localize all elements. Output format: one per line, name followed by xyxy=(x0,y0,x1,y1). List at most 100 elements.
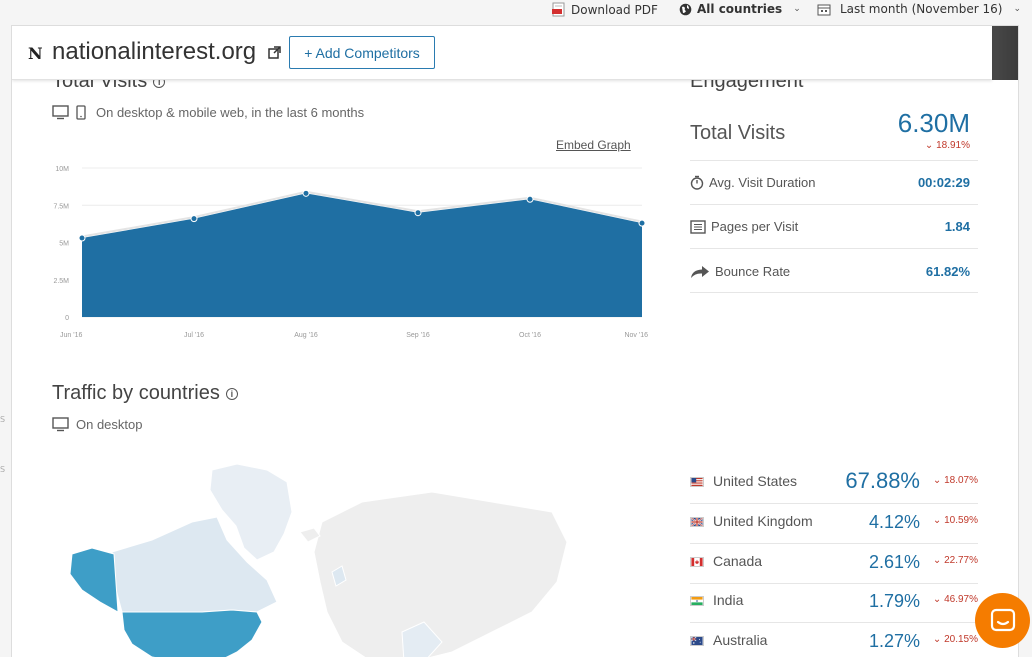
desktop-icon xyxy=(52,417,69,432)
country-change-value: 46.97% xyxy=(944,594,978,605)
y-tick-label: 10M xyxy=(55,166,69,173)
main-card: N nationalinterest.org + Add Competitors… xyxy=(11,25,1019,657)
country-name: Australia xyxy=(713,632,768,648)
country-share: 67.88% xyxy=(845,468,920,493)
down-arrow-icon: ⌄ xyxy=(932,475,942,486)
data-point xyxy=(414,209,422,217)
share-arrow-icon xyxy=(691,265,709,278)
embed-graph-link[interactable]: Embed Graph xyxy=(556,138,631,152)
x-tick-label: Aug '16 xyxy=(294,332,318,339)
visits-area xyxy=(82,193,642,317)
site-domain[interactable]: nationalinterest.org xyxy=(52,38,256,66)
down-arrow-icon: ⌄ xyxy=(924,140,934,151)
engagement-row-pages: Pages per Visit 1.84 xyxy=(690,205,978,249)
x-tick-label: Sep '16 xyxy=(406,332,430,339)
total-visits-change-value: 18.91% xyxy=(936,140,970,151)
y-tick-label: 5M xyxy=(59,241,69,248)
engagement-row-bounce: Bounce Rate 61.82% xyxy=(690,249,978,293)
bounce-rate-value: 61.82% xyxy=(925,264,970,279)
country-row-canada[interactable]: Canada 2.61% ⌄ 22.77% xyxy=(690,544,978,584)
country-share: 2.61% xyxy=(868,552,920,572)
desktop-icon xyxy=(52,105,69,120)
traffic-countries-title-text: Traffic by countries xyxy=(52,382,220,404)
add-competitors-button[interactable]: + Add Competitors xyxy=(289,36,435,69)
globe-icon xyxy=(679,3,692,15)
uk-flag-icon xyxy=(690,517,704,527)
avg-duration-label: Avg. Visit Duration xyxy=(690,175,815,190)
country-change: ⌄ 20.15% xyxy=(933,634,978,645)
pages-per-visit-label-text: Pages per Visit xyxy=(711,219,799,234)
pages-per-visit-value: 1.84 xyxy=(944,219,970,234)
map-europe-asia xyxy=(313,491,568,657)
india-flag-icon xyxy=(690,596,704,606)
country-change-value: 18.07% xyxy=(944,475,978,486)
traffic-countries-title: Traffic by countries i xyxy=(52,382,238,405)
country-change-value: 22.77% xyxy=(944,555,978,566)
engagement-row-duration: Avg. Visit Duration 00:02:29 xyxy=(690,161,978,205)
pages-icon xyxy=(690,219,706,234)
data-point xyxy=(78,234,86,242)
total-visits-value: 6.30M xyxy=(897,108,970,138)
y-tick-label: 7.5M xyxy=(53,203,69,210)
download-pdf-button[interactable]: Download PDF xyxy=(552,2,658,17)
y-tick-label: 2.5M xyxy=(53,278,69,285)
visits-subtitle-text: On desktop & mobile web, in the last 6 m… xyxy=(96,105,365,120)
site-header: N nationalinterest.org + Add Competitors xyxy=(12,26,992,80)
countries-subtitle-text: On desktop xyxy=(76,417,143,432)
world-map[interactable] xyxy=(52,462,572,657)
x-tick-label: Jun '16 xyxy=(60,332,82,339)
period-dropdown[interactable]: Last month (November 16) ⌄ xyxy=(817,2,1021,16)
canada-flag-icon xyxy=(690,557,704,567)
top-toolbar: Download PDF All countries ⌄ Last month … xyxy=(0,0,1032,22)
total-visits-label: Total Visits xyxy=(690,122,786,144)
map-usa xyxy=(121,609,263,657)
external-link-icon[interactable] xyxy=(268,46,281,59)
country-row-uk[interactable]: United Kingdom 4.12% ⌄ 10.59% xyxy=(690,504,978,544)
country-change: ⌄ 18.07% xyxy=(933,475,978,486)
chevron-down-icon: ⌄ xyxy=(1013,4,1021,14)
chat-widget-button[interactable] xyxy=(975,593,1030,648)
country-row-india[interactable]: India 1.79% ⌄ 46.97% xyxy=(690,583,978,623)
x-tick-label: Jul '16 xyxy=(184,332,204,339)
country-share: 1.27% xyxy=(868,631,920,651)
total-visits-chart: 0 2.5M 5M 7.5M 10M Jun '16 Jul '16 Aug '16 Sep '… xyxy=(53,166,648,339)
country-row-us[interactable]: United States 67.88% ⌄ 18.07% xyxy=(690,464,978,504)
chevron-down-icon: ⌄ xyxy=(793,4,801,14)
country-name: United Kingdom xyxy=(713,513,813,529)
country-name: India xyxy=(713,592,744,608)
australia-flag-icon xyxy=(690,636,704,646)
countries-subtitle: On desktop xyxy=(52,417,143,432)
down-arrow-icon: ⌄ xyxy=(932,634,942,645)
map-alaska xyxy=(69,547,119,613)
site-logo: N xyxy=(28,44,43,63)
country-change: ⌄ 46.97% xyxy=(933,594,978,605)
total-visits-change: ⌄ 18.91% xyxy=(925,140,970,151)
country-change-value: 20.15% xyxy=(944,634,978,645)
bounce-rate-label-text: Bounce Rate xyxy=(715,264,791,279)
edge-mark: S xyxy=(0,415,6,424)
chat-icon xyxy=(990,608,1015,631)
country-name: United States xyxy=(713,473,798,489)
data-point xyxy=(638,219,646,227)
down-arrow-icon: ⌄ xyxy=(932,555,942,566)
x-tick-label: Nov '16 xyxy=(624,332,648,339)
countries-dropdown[interactable]: All countries ⌄ xyxy=(679,2,801,16)
calendar-icon xyxy=(817,4,831,15)
us-flag-icon xyxy=(690,477,704,487)
country-row-australia[interactable]: Australia 1.27% ⌄ 20.15% xyxy=(690,623,978,657)
country-name: Canada xyxy=(713,553,763,569)
bounce-rate-label: Bounce Rate xyxy=(690,264,790,279)
country-share: 1.79% xyxy=(868,591,920,611)
pdf-icon xyxy=(552,2,565,17)
countries-label: All countries xyxy=(697,2,783,16)
mobile-icon xyxy=(76,105,86,120)
down-arrow-icon: ⌄ xyxy=(932,594,942,605)
download-pdf-label: Download PDF xyxy=(571,2,658,17)
info-icon[interactable]: i xyxy=(225,388,238,400)
y-tick-label: 0 xyxy=(65,315,69,322)
pages-per-visit-label: Pages per Visit xyxy=(690,219,798,234)
period-label: Last month (November 16) xyxy=(840,2,1003,16)
country-share: 4.12% xyxy=(868,512,920,532)
data-point xyxy=(190,215,198,223)
visits-subtitle: On desktop & mobile web, in the last 6 m… xyxy=(52,105,364,120)
